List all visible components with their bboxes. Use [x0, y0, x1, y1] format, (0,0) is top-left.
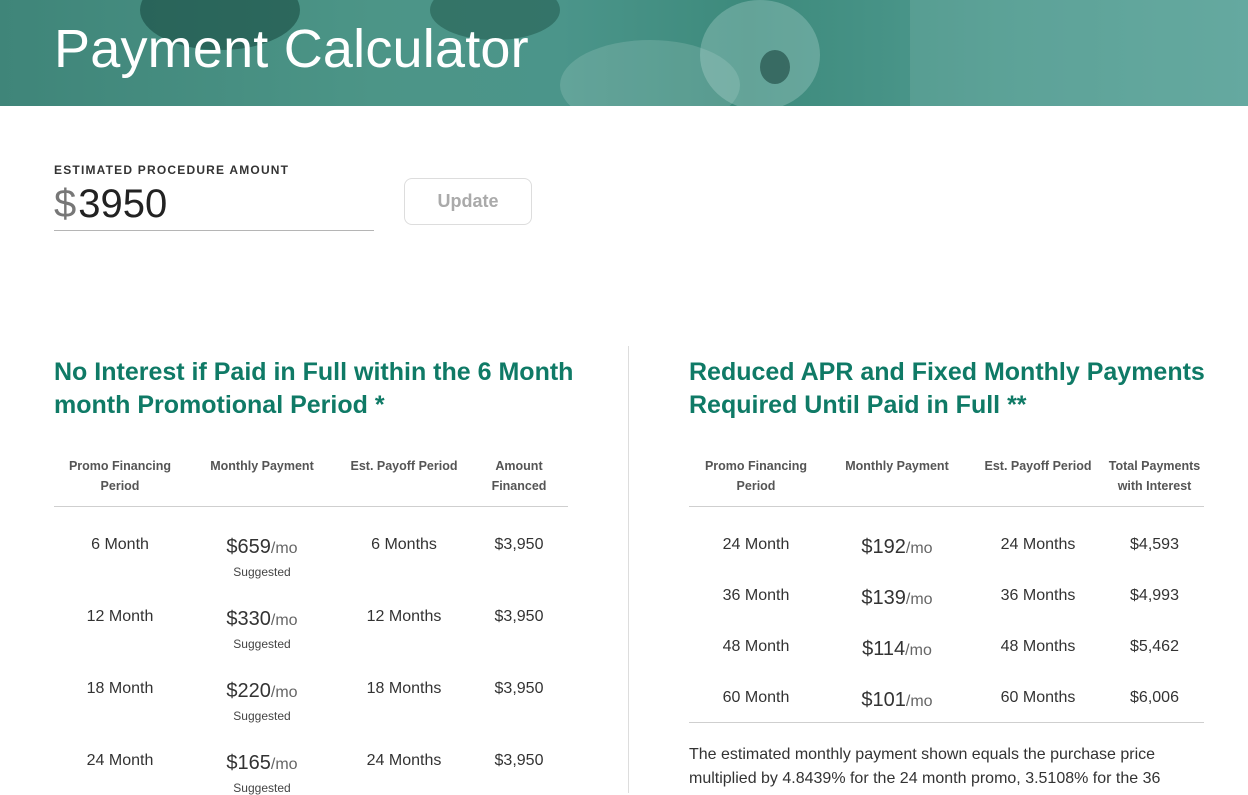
promo-period: 48 Month: [722, 638, 790, 655]
promo-period: 60 Month: [722, 689, 790, 706]
payoff-period: 6 Months: [371, 536, 437, 553]
total-payments: $5,462: [1130, 638, 1179, 655]
per-month-unit: /mo: [270, 540, 298, 557]
amount-financed: $3,950: [494, 680, 544, 697]
suggested-note: Suggested: [233, 709, 291, 723]
table-row: 36 Month $139/mo 36 Months $4,993: [689, 560, 1204, 611]
payoff-period: 24 Months: [1000, 536, 1076, 553]
section-divider: [628, 346, 629, 793]
promo-period: 24 Month: [722, 536, 790, 553]
column-header: Monthly Payment: [823, 450, 971, 507]
table-row: 24 Month $192/mo 24 Months $4,593: [689, 507, 1204, 561]
amount-financed: $3,950: [494, 608, 544, 625]
promo-section-title: No Interest if Paid in Full within the 6…: [54, 358, 574, 419]
per-month-unit: /mo: [270, 684, 298, 701]
currency-symbol: $: [54, 181, 77, 226]
update-button[interactable]: Update: [404, 178, 532, 225]
payoff-period: 24 Months: [366, 752, 442, 769]
promo-period: 36 Month: [722, 587, 790, 604]
amount-financed: $3,950: [494, 536, 544, 553]
monthly-payment: $165: [226, 752, 271, 774]
column-header: Amount Financed: [470, 450, 568, 507]
total-payments: $6,006: [1130, 689, 1179, 706]
amount-label: ESTIMATED PROCEDURE AMOUNT: [54, 163, 290, 177]
payoff-period: 18 Months: [366, 680, 442, 697]
monthly-payment: $192: [861, 536, 906, 558]
monthly-payment: $659: [226, 536, 271, 558]
per-month-unit: /mo: [905, 540, 933, 557]
table-header-row: Promo Financing Period Monthly Payment E…: [54, 450, 568, 507]
promo-period: 24 Month: [86, 752, 154, 769]
column-header: Est. Payoff Period: [338, 450, 470, 507]
reduced-apr-section-title: Reduced APR and Fixed Monthly Payments R…: [689, 358, 1205, 419]
monthly-payment: $330: [226, 608, 271, 630]
table-row: 24 Month $165/mo Suggested 24 Months $3,9…: [54, 723, 568, 795]
payment-footnote: The estimated monthly payment shown equa…: [689, 746, 1161, 787]
column-header: Monthly Payment: [186, 450, 338, 507]
per-month-unit: /mo: [270, 756, 298, 773]
column-header: Total Payments with Interest: [1105, 450, 1204, 507]
promo-period: 6 Month: [91, 536, 149, 553]
monthly-payment: $101: [861, 689, 906, 711]
table-row: 6 Month $659/mo Suggested 6 Months $3,950: [54, 507, 568, 579]
suggested-note: Suggested: [233, 637, 291, 651]
promo-table: Promo Financing Period Monthly Payment E…: [54, 450, 568, 795]
column-header: Est. Payoff Period: [971, 450, 1105, 507]
payoff-period: 48 Months: [1000, 638, 1076, 655]
table-row: 18 Month $220/mo Suggested 18 Months $3,9…: [54, 651, 568, 723]
table-bottom-rule: [689, 722, 1204, 723]
promo-period: 12 Month: [86, 608, 154, 625]
monthly-payment: $114: [862, 638, 906, 660]
monthly-payment: $139: [861, 587, 906, 609]
per-month-unit: /mo: [905, 693, 933, 710]
reduced-apr-table: Promo Financing Period Monthly Payment E…: [689, 450, 1204, 713]
teddy-bear-image: [700, 0, 820, 106]
banner-photo-shape: [910, 0, 1248, 106]
payoff-period: 12 Months: [366, 608, 442, 625]
total-payments: $4,593: [1130, 536, 1179, 553]
column-header: Promo Financing Period: [54, 450, 186, 507]
table-row: 12 Month $330/mo Suggested 12 Months $3,9…: [54, 579, 568, 651]
per-month-unit: /mo: [905, 591, 933, 608]
total-payments: $4,993: [1130, 587, 1179, 604]
amount-field: $: [54, 178, 374, 231]
promo-period: 18 Month: [86, 680, 154, 697]
suggested-note: Suggested: [233, 565, 291, 579]
amount-financed: $3,950: [494, 752, 544, 769]
header-banner: Payment Calculator: [0, 0, 1248, 106]
payoff-period: 60 Months: [1000, 689, 1076, 706]
table-row: 60 Month $101/mo 60 Months $6,006: [689, 662, 1204, 713]
table-header-row: Promo Financing Period Monthly Payment E…: [689, 450, 1204, 507]
teddy-bear-nose: [760, 50, 790, 84]
column-header: Promo Financing Period: [689, 450, 823, 507]
procedure-amount-input[interactable]: [78, 181, 359, 227]
payoff-period: 36 Months: [1000, 587, 1076, 604]
page-title: Payment Calculator: [54, 19, 529, 79]
monthly-payment: $220: [226, 680, 271, 702]
table-row: 48 Month $114/mo 48 Months $5,462: [689, 611, 1204, 662]
per-month-unit: /mo: [905, 642, 932, 659]
per-month-unit: /mo: [270, 612, 298, 629]
